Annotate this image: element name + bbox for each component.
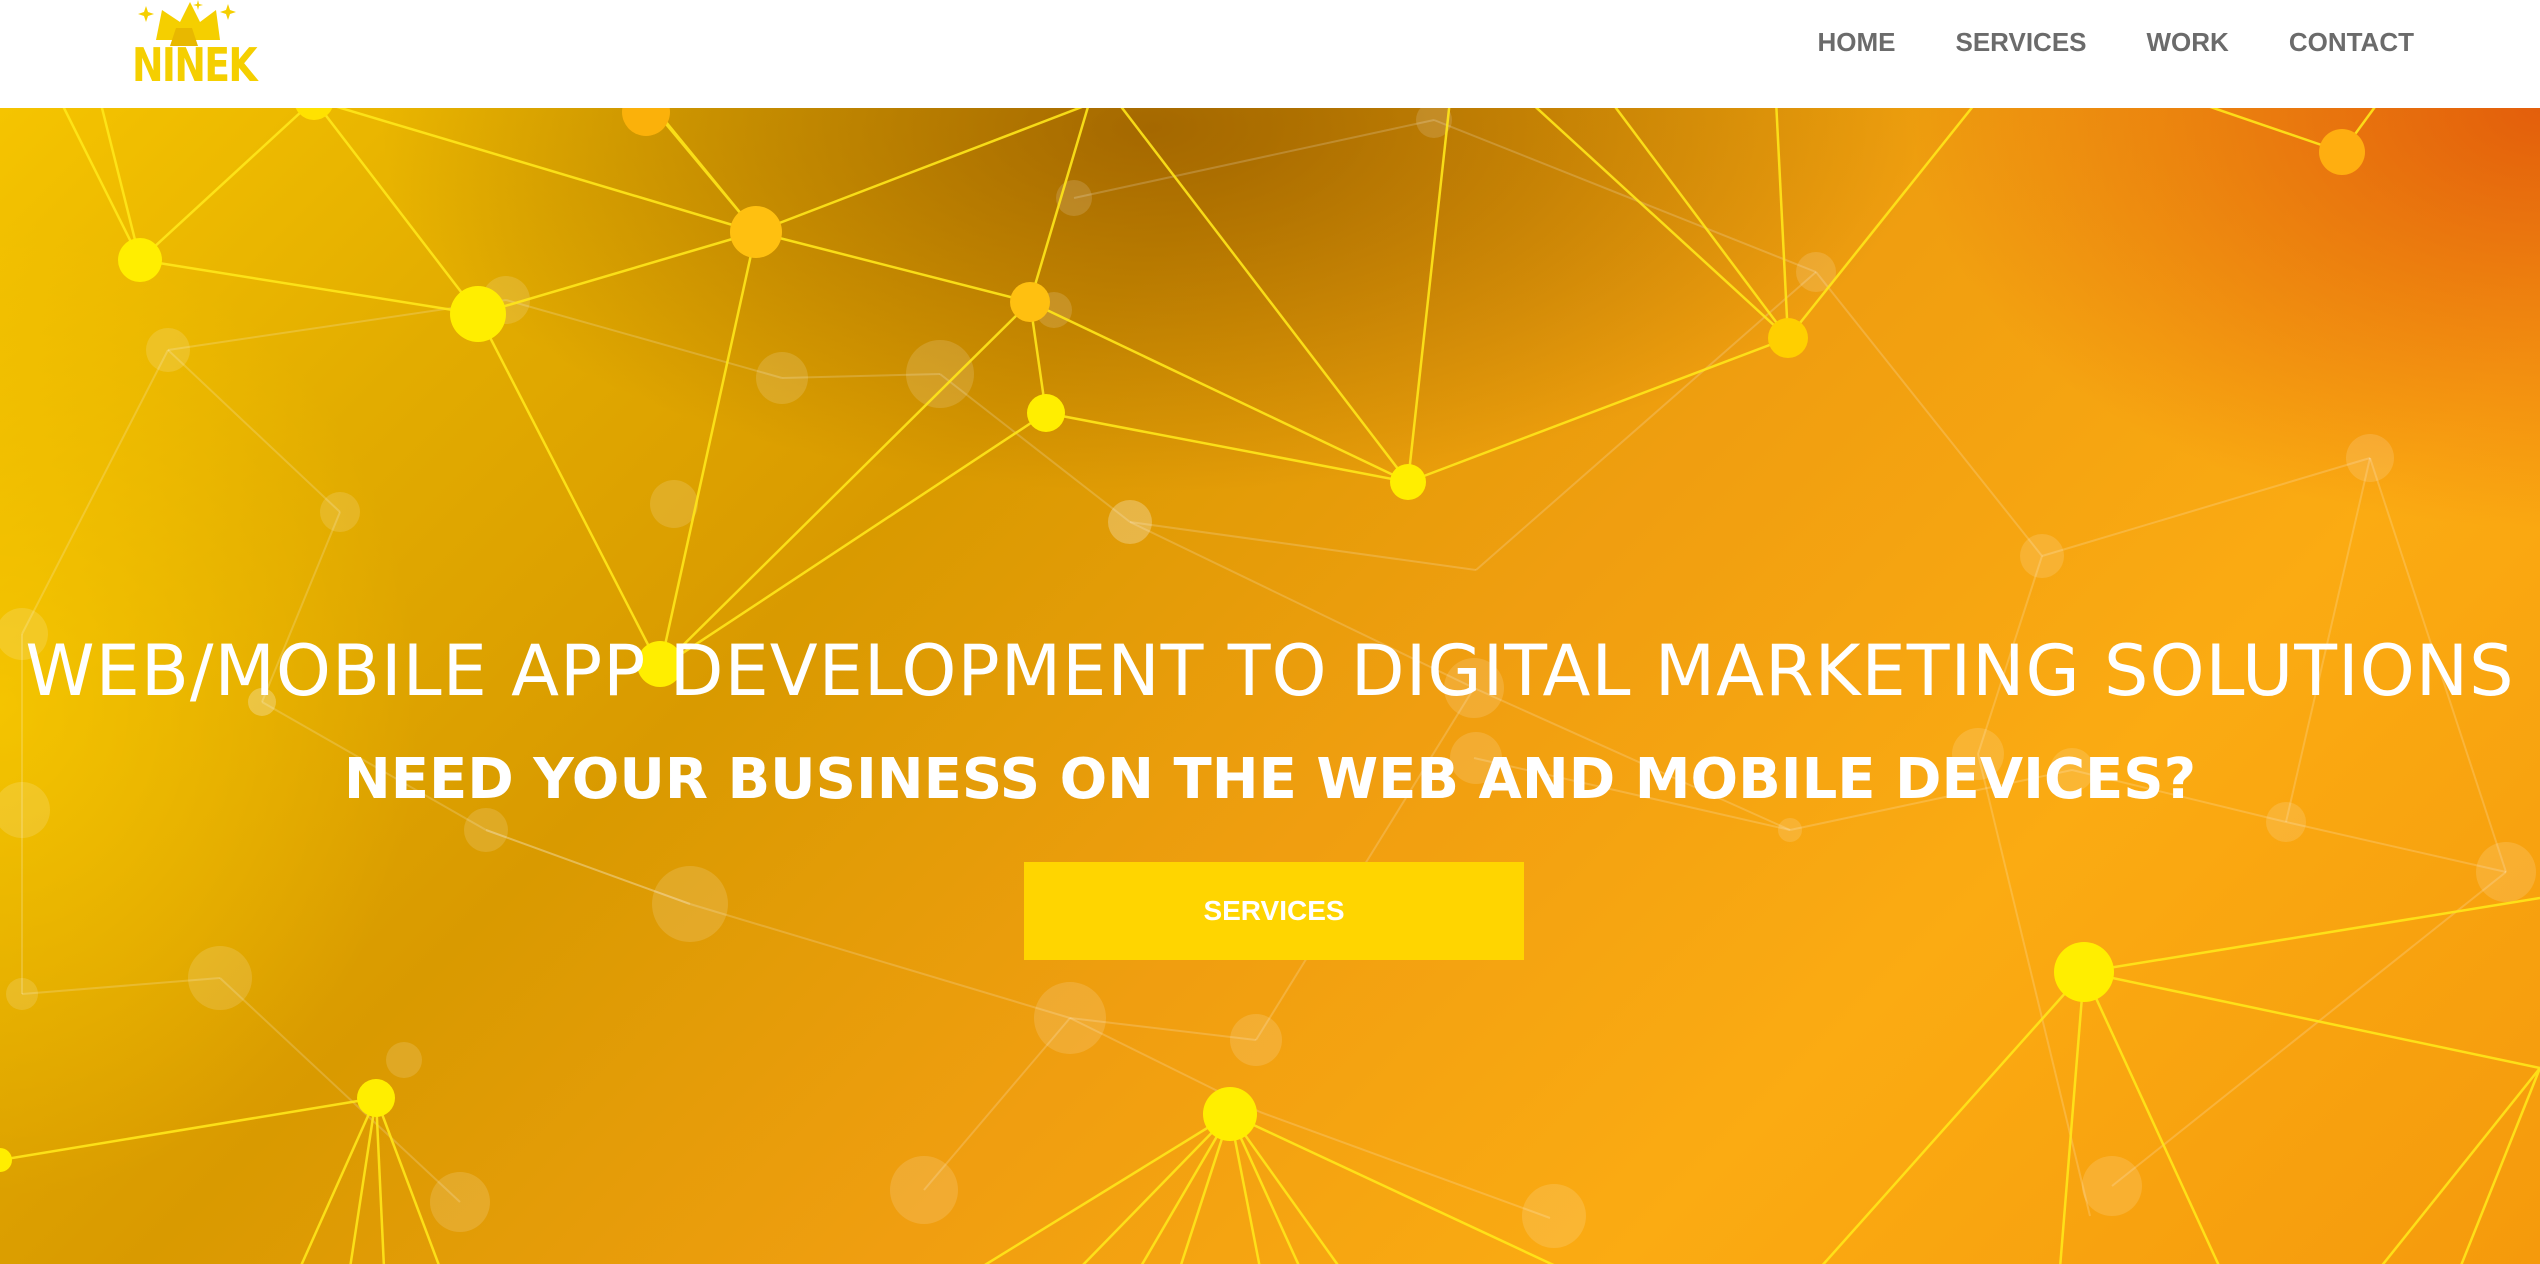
top-navbar: NINEK HOME SERVICES WORK CONTACT (0, 0, 2540, 108)
nav-contact[interactable]: CONTACT (2289, 24, 2414, 60)
nav-services[interactable]: SERVICES (1955, 24, 2086, 60)
page: NINEK HOME SERVICES WORK CONTACT WEB/MOB… (0, 0, 2540, 1264)
nav-home[interactable]: HOME (1817, 24, 1895, 60)
brand-logo[interactable]: NINEK (132, 0, 258, 100)
hero-subheadline: NEED YOUR BUSINESS ON THE WEB AND MOBILE… (343, 747, 2197, 813)
hero-section: WEB/MOBILE APP DEVELOPMENT TO DIGITAL MA… (0, 108, 2540, 1264)
hero-headline: WEB/MOBILE APP DEVELOPMENT TO DIGITAL MA… (25, 629, 2515, 712)
nav-work[interactable]: WORK (2147, 24, 2229, 60)
main-nav: HOME SERVICES WORK CONTACT (1817, 24, 2414, 60)
logo-text: NINEK (132, 38, 258, 92)
services-cta-button[interactable]: SERVICES (1024, 862, 1524, 960)
